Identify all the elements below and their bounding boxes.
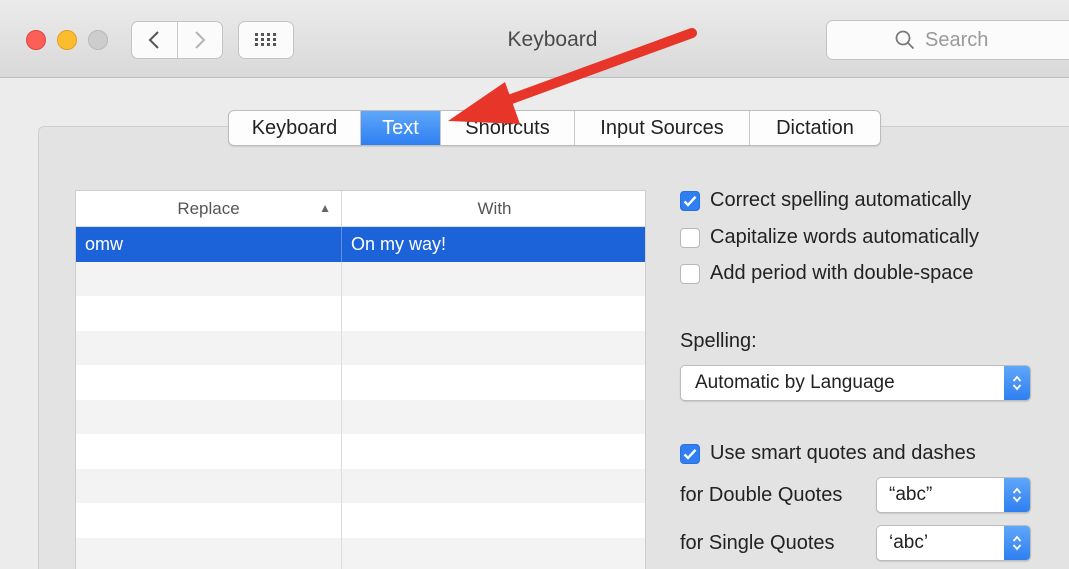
checkbox-box — [680, 263, 700, 284]
tab-input-sources[interactable]: Input Sources — [575, 111, 750, 145]
empty-row — [76, 468, 645, 503]
capitalize-words-checkbox[interactable]: Capitalize words automatically — [680, 226, 979, 249]
capitalize-words-label: Capitalize words automatically — [710, 226, 980, 248]
stepper-icon — [1004, 526, 1030, 560]
window-title: Keyboard — [507, 28, 598, 51]
navigation-buttons — [131, 21, 223, 59]
search-field[interactable]: Search — [826, 20, 1069, 60]
table-header: Replace ▲ With — [76, 191, 645, 227]
stepper-icon — [1004, 366, 1030, 400]
preferences-window: Keyboard Search Keyboard Text Shortcuts … — [0, 0, 1069, 569]
forward-button[interactable] — [176, 22, 223, 58]
chevron-right-icon — [195, 31, 206, 49]
spelling-label: Spelling: — [680, 330, 757, 352]
stepper-icon — [1004, 478, 1030, 512]
tab-text[interactable]: Text — [361, 111, 441, 145]
empty-row — [76, 330, 645, 365]
tab-keyboard[interactable]: Keyboard — [229, 111, 361, 145]
empty-row — [76, 296, 645, 331]
double-quotes-popup[interactable]: “abc” — [876, 477, 1031, 513]
column-header-with-label: With — [477, 198, 512, 218]
search-icon — [895, 30, 915, 50]
show-all-button[interactable] — [238, 21, 294, 59]
smart-quotes-label: Use smart quotes and dashes — [710, 442, 976, 464]
tab-bar: Keyboard Text Shortcuts Input Sources Di… — [228, 110, 881, 146]
empty-row — [76, 261, 645, 296]
double-quotes-value: “abc” — [889, 484, 933, 505]
empty-row — [76, 434, 645, 469]
column-header-with[interactable]: With — [342, 191, 645, 226]
column-header-replace-label: Replace — [177, 198, 240, 218]
replace-cell[interactable]: omw — [76, 227, 342, 262]
minimize-window-button[interactable] — [57, 30, 77, 50]
checkbox-box — [680, 443, 700, 464]
close-window-button[interactable] — [26, 30, 46, 50]
checkmark-icon — [683, 448, 697, 460]
zoom-window-button[interactable] — [88, 30, 108, 50]
title-bar: Keyboard Search — [0, 0, 1069, 78]
chevron-left-icon — [148, 31, 159, 49]
with-cell[interactable]: On my way! — [342, 227, 645, 262]
spelling-popup-value: Automatic by Language — [695, 372, 895, 393]
tab-dictation[interactable]: Dictation — [750, 111, 880, 145]
correct-spelling-label: Correct spelling automatically — [710, 189, 972, 211]
search-placeholder: Search — [925, 29, 989, 51]
checkbox-box — [680, 190, 700, 211]
text-replacement-table[interactable]: Replace ▲ With omw On my way! — [75, 190, 646, 569]
empty-row — [76, 503, 645, 538]
table-body: omw On my way! — [76, 227, 645, 569]
correct-spelling-checkbox[interactable]: Correct spelling automatically — [680, 189, 971, 212]
spelling-popup[interactable]: Automatic by Language — [680, 365, 1031, 401]
single-quotes-popup[interactable]: ‘abc’ — [876, 525, 1031, 561]
empty-row — [76, 399, 645, 434]
single-quotes-label: for Single Quotes — [680, 532, 835, 554]
single-quotes-value: ‘abc’ — [889, 532, 929, 553]
add-period-checkbox[interactable]: Add period with double-space — [680, 262, 974, 285]
back-button[interactable] — [132, 22, 177, 58]
add-period-label: Add period with double-space — [710, 262, 974, 284]
tab-shortcuts[interactable]: Shortcuts — [441, 111, 575, 145]
table-row[interactable]: omw On my way! — [76, 227, 645, 262]
empty-row — [76, 365, 645, 400]
sort-ascending-icon: ▲ — [319, 201, 331, 215]
checkbox-box — [680, 227, 700, 248]
column-header-replace[interactable]: Replace ▲ — [76, 191, 342, 226]
empty-row — [76, 537, 645, 569]
checkmark-icon — [683, 195, 697, 207]
grid-icon — [255, 33, 276, 46]
double-quotes-label: for Double Quotes — [680, 484, 843, 506]
smart-quotes-checkbox[interactable]: Use smart quotes and dashes — [680, 442, 976, 465]
